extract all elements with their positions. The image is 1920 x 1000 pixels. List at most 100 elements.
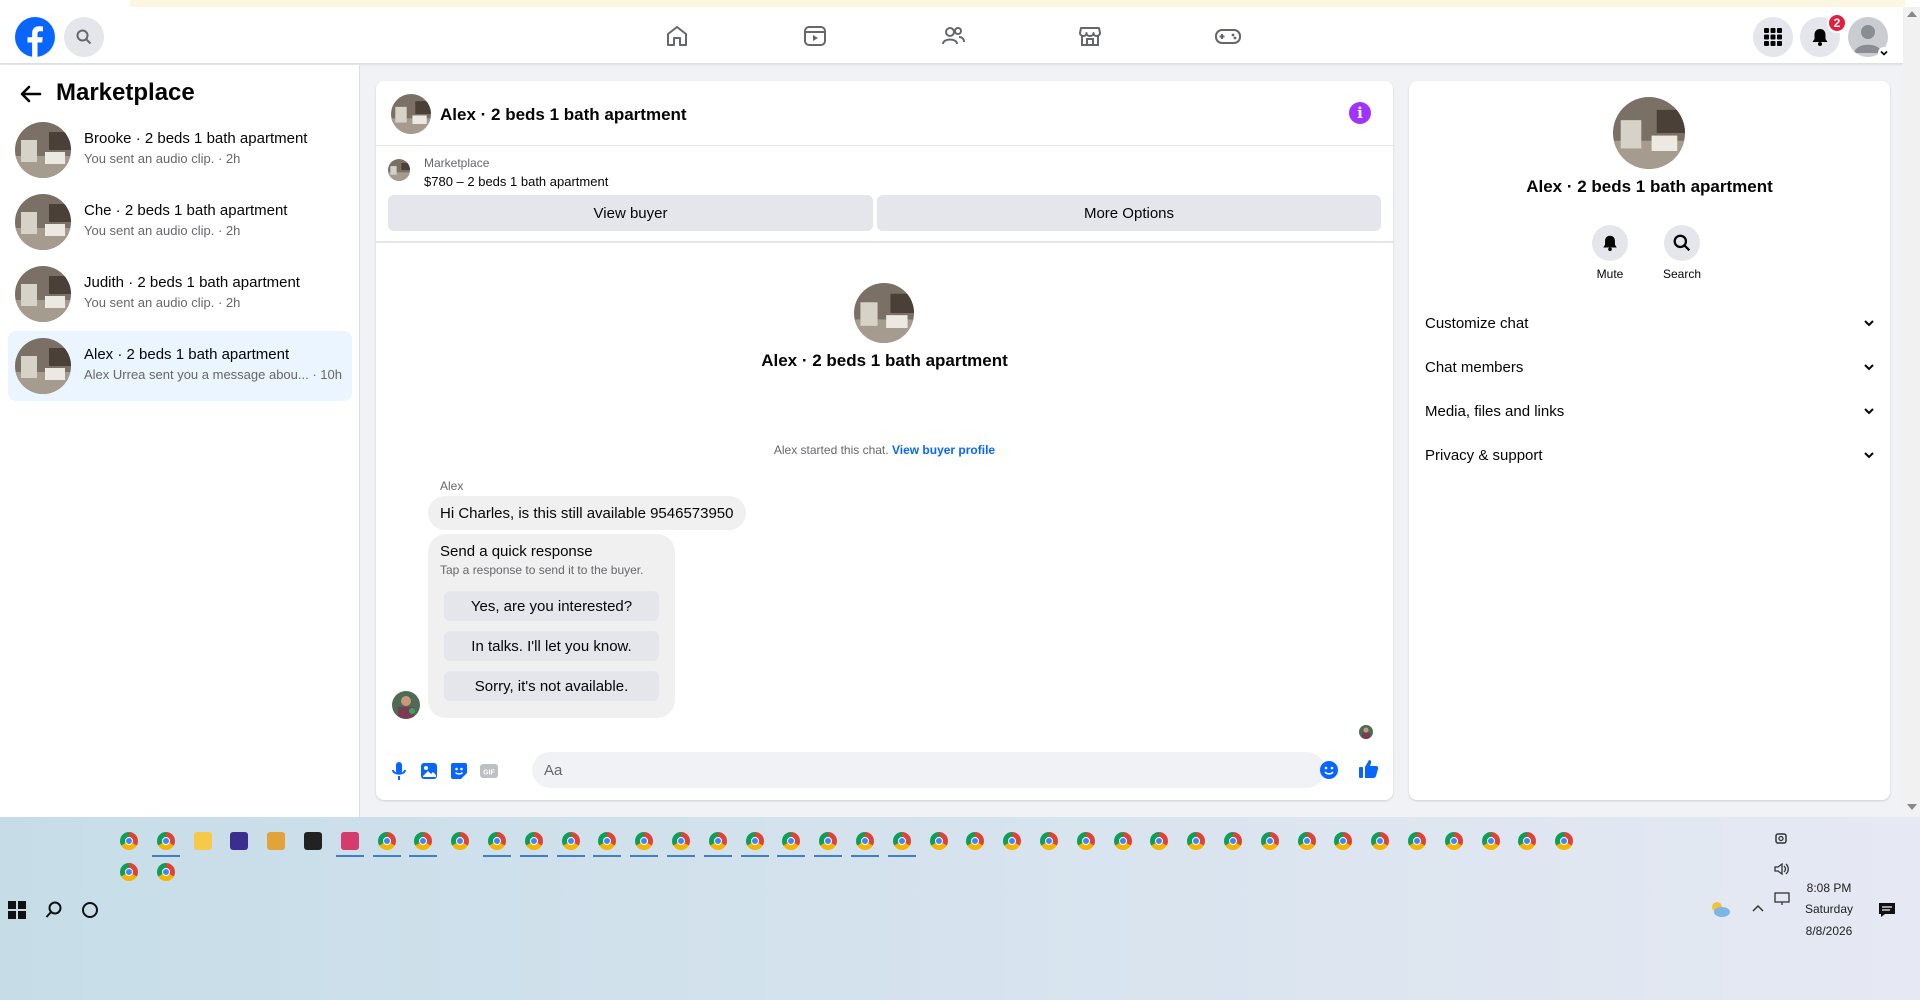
- chrome-icon[interactable]: [1224, 832, 1242, 850]
- notification-center-icon[interactable]: [1878, 901, 1896, 919]
- section-chat-members[interactable]: Chat members: [1425, 349, 1875, 385]
- conversation-item[interactable]: Brooke · 2 beds 1 bath apartment You sen…: [8, 115, 352, 185]
- menu-button[interactable]: [1753, 17, 1793, 57]
- weather-icon[interactable]: [1708, 899, 1732, 919]
- chrome-icon[interactable]: [488, 832, 506, 850]
- chrome-icon[interactable]: [598, 832, 617, 850]
- sticker-button[interactable]: [448, 760, 470, 782]
- message-bubble[interactable]: Hi Charles, is this still available 9546…: [428, 496, 746, 530]
- photo-button[interactable]: [418, 760, 440, 782]
- sender-avatar[interactable]: [392, 691, 420, 719]
- chrome-icon[interactable]: [414, 832, 433, 850]
- chrome-icon[interactable]: [929, 832, 948, 850]
- chrome-icon[interactable]: [1444, 832, 1463, 850]
- windows-start-icon[interactable]: [8, 901, 26, 919]
- chrome-icon[interactable]: [1297, 832, 1316, 850]
- section-customize-chat[interactable]: Customize chat: [1425, 305, 1875, 341]
- chrome-icon[interactable]: [451, 832, 470, 850]
- quick-response-subtitle: Tap a response to send it to the buyer.: [440, 563, 644, 577]
- chrome-icon[interactable]: [377, 832, 396, 850]
- chrome-icon[interactable]: [524, 832, 543, 850]
- chrome-icon[interactable]: [1481, 832, 1500, 850]
- chrome-icon[interactable]: [1555, 832, 1574, 850]
- conversation-snippet: You sent an audio clip. · 2h: [84, 151, 241, 166]
- clock-day[interactable]: Saturday: [1788, 902, 1870, 916]
- nav-friends[interactable]: [938, 21, 968, 51]
- windows-taskbar: 8:08 PM Saturday 8/8/2026: [0, 817, 1920, 1000]
- gif-button[interactable]: GIF: [478, 760, 500, 782]
- chevron-up-icon[interactable]: [1752, 903, 1764, 913]
- chat-avatar[interactable]: [391, 94, 431, 134]
- quick-response-button[interactable]: Yes, are you interested?: [444, 591, 659, 621]
- clock-time[interactable]: 8:08 PM: [1788, 881, 1870, 895]
- chrome-icon[interactable]: [856, 832, 874, 850]
- taskbar-search-icon[interactable]: [45, 901, 63, 919]
- nav-marketplace[interactable]: [1075, 21, 1105, 51]
- chrome-icon[interactable]: [120, 863, 138, 881]
- chrome-icon[interactable]: [892, 832, 911, 850]
- chrome-icon[interactable]: [1408, 832, 1426, 850]
- search-button[interactable]: [64, 17, 104, 57]
- more-options-button[interactable]: More Options: [877, 195, 1381, 231]
- chat-title[interactable]: Alex · 2 beds 1 bath apartment: [440, 105, 687, 125]
- active-app-indicator: [519, 855, 548, 857]
- info-icon[interactable]: i: [1349, 102, 1371, 124]
- nav-home[interactable]: [662, 21, 692, 51]
- chrome-icon[interactable]: [672, 832, 690, 850]
- chrome-icon[interactable]: [1076, 832, 1095, 850]
- chrome-icon[interactable]: [1260, 832, 1279, 850]
- chrome-icon[interactable]: [966, 832, 985, 850]
- conversation-item-active[interactable]: Alex · 2 beds 1 bath apartment Alex Urre…: [8, 331, 352, 401]
- quick-response-button[interactable]: In talks. I'll let you know.: [444, 631, 659, 661]
- chrome-icon[interactable]: [1003, 832, 1022, 850]
- page-scrollbar[interactable]: [1903, 7, 1920, 814]
- clock-date[interactable]: 8/8/2026: [1788, 924, 1870, 938]
- speaker-icon[interactable]: [1774, 862, 1790, 876]
- started-text: Alex started this chat.: [773, 443, 889, 457]
- chrome-icon[interactable]: [708, 832, 727, 850]
- section-privacy-support[interactable]: Privacy & support: [1425, 437, 1875, 473]
- task-view-icon[interactable]: [81, 901, 99, 919]
- chrome-icon[interactable]: [745, 832, 764, 850]
- chrome-icon[interactable]: [1040, 832, 1058, 850]
- taskbar-app-icon[interactable]: [340, 832, 359, 850]
- chrome-icon[interactable]: [156, 863, 175, 881]
- taskbar-app-icon[interactable]: [193, 832, 212, 850]
- chrome-icon[interactable]: [1113, 832, 1132, 850]
- listing-title[interactable]: $780 – 2 beds 1 bath apartment: [424, 174, 608, 189]
- back-arrow-icon[interactable]: [18, 81, 44, 107]
- quick-response-button[interactable]: Sorry, it's not available.: [444, 671, 659, 701]
- taskbar-app-icon[interactable]: [304, 832, 322, 850]
- nav-video[interactable]: [800, 21, 830, 51]
- conversation-item[interactable]: Che · 2 beds 1 bath apartment You sent a…: [8, 187, 352, 257]
- chrome-icon[interactable]: [156, 832, 175, 850]
- chrome-icon[interactable]: [1371, 832, 1390, 850]
- chrome-icon[interactable]: [819, 832, 838, 850]
- taskbar-app-icon[interactable]: [230, 832, 249, 850]
- chrome-icon[interactable]: [1187, 832, 1206, 850]
- account-chevron-icon[interactable]: [1878, 47, 1890, 59]
- active-app-indicator: [151, 855, 180, 857]
- microphone-button[interactable]: [388, 760, 410, 782]
- chrome-icon[interactable]: [1150, 832, 1169, 850]
- tray-camera-icon[interactable]: [1774, 831, 1788, 845]
- taskbar-app-icon[interactable]: [267, 832, 286, 850]
- like-button[interactable]: [1358, 758, 1380, 780]
- view-buyer-profile-link[interactable]: View buyer profile: [892, 443, 995, 457]
- mute-action[interactable]: Mute: [1580, 225, 1640, 281]
- conversation-item[interactable]: Judith · 2 beds 1 bath apartment You sen…: [8, 259, 352, 329]
- chrome-icon[interactable]: [1334, 832, 1353, 850]
- message-input[interactable]: Aa: [532, 752, 1325, 788]
- chrome-icon[interactable]: [120, 832, 138, 850]
- nav-gaming[interactable]: [1213, 21, 1243, 51]
- facebook-logo[interactable]: [15, 17, 55, 57]
- listing-avatar: [15, 338, 71, 394]
- emoji-button[interactable]: [1318, 759, 1340, 781]
- chrome-icon[interactable]: [635, 832, 654, 850]
- chrome-icon[interactable]: [1518, 832, 1537, 850]
- chrome-icon[interactable]: [782, 832, 801, 850]
- search-action[interactable]: Search: [1652, 225, 1712, 281]
- chrome-icon[interactable]: [561, 832, 580, 850]
- section-media-files-links[interactable]: Media, files and links: [1425, 393, 1875, 429]
- view-buyer-button[interactable]: View buyer: [388, 195, 873, 231]
